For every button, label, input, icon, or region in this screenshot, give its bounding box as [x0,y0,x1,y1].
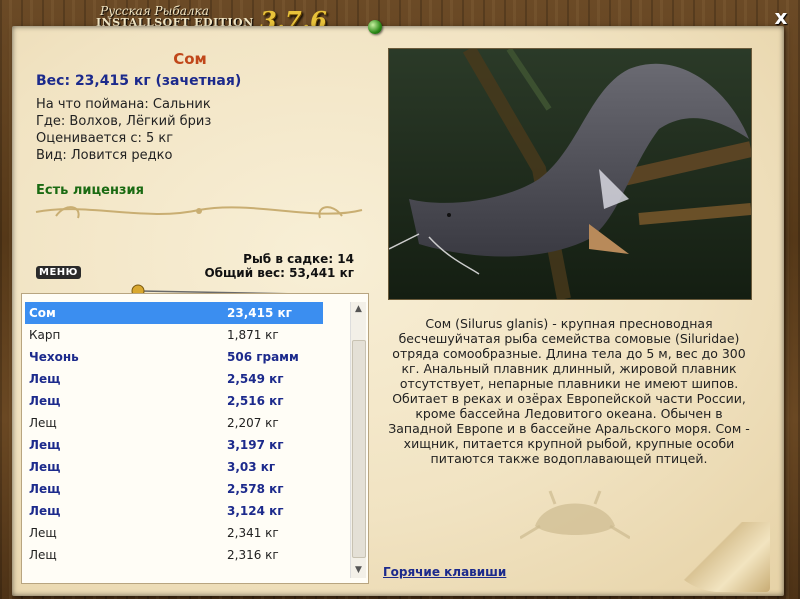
catch-list-row[interactable]: Лещ 3,197 кг [25,434,323,456]
catch-fish-weight: 23,415 кг [227,306,292,320]
catch-fish-weight: 2,316 кг [227,548,279,562]
catch-fish-name: Лещ [29,416,57,430]
keepnet-weight: Общий вес: 53,441 кг [204,266,354,280]
fish-weight: Вес: 23,415 кг (зачетная) [36,73,242,89]
scroll-up-icon[interactable]: ▲ [351,302,366,317]
catch-list-row[interactable]: Лещ 2,341 кг [25,522,323,544]
catch-fish-name: Лещ [29,372,61,386]
fish-description: Сом (Silurus glanis) - крупная пресновод… [388,316,750,466]
catch-list-row[interactable]: Лещ 2,207 кг [25,412,323,434]
fish-rated-from: Оценивается с: 5 кг [36,131,174,146]
hotkeys-link[interactable]: Горячие клавиши [383,565,506,579]
catch-fish-name: Лещ [29,504,61,518]
fish-info: На что поймана: Сальник Где: Волхов, Лёг… [36,96,211,164]
catch-list-row[interactable]: Лещ 2,549 кг [25,368,323,390]
catch-list-row[interactable]: Лещ 2,578 кг [25,478,323,500]
catch-fish-name: Лещ [29,460,61,474]
catch-fish-name: Карп [29,328,61,342]
catch-list-row[interactable]: Лещ 3,03 кг [25,456,323,478]
catch-fish-name: Чехонь [29,350,79,364]
keepnet-count: Рыб в садке: 14 [243,252,354,266]
fish-bait: На что поймана: Сальник [36,97,211,112]
catch-fish-weight: 506 грамм [227,350,299,364]
catch-fish-weight: 3,197 кг [227,438,284,452]
catch-list: Сом 23,415 кг Карп 1,871 кг Чехонь 506 грамм Л… [21,293,369,584]
catch-fish-name: Сом [29,306,56,320]
catch-fish-weight: 2,341 кг [227,526,279,540]
catch-fish-weight: 2,549 кг [227,372,284,386]
catch-fish-name: Лещ [29,482,61,496]
catch-fish-weight: 3,03 кг [227,460,276,474]
fish-location: Где: Волхов, Лёгкий бриз [36,114,212,129]
catch-fish-weight: 2,207 кг [227,416,279,430]
catch-fish-name: Лещ [29,526,57,540]
catch-fish-name: Лещ [29,438,61,452]
catfish-silhouette-icon [520,490,630,540]
scrollbar-thumb[interactable] [352,340,366,558]
menu-button[interactable]: МЕНЮ [36,266,81,279]
scroll-down-icon[interactable]: ▼ [351,563,366,578]
page-curl [660,522,770,592]
catch-list-row[interactable]: Чехонь 506 грамм [25,346,323,368]
fish-name: Сом [173,50,207,68]
catch-fish-weight: 2,578 кг [227,482,284,496]
green-pin-icon [368,20,382,34]
catch-list-scrollbar[interactable]: ▲ ▼ [350,302,366,578]
catch-list-row[interactable]: Лещ 2,316 кг [25,544,323,566]
catch-fish-weight: 2,516 кг [227,394,284,408]
catch-list-row[interactable]: Карп 1,871 кг [25,324,323,346]
catch-fish-name: Лещ [29,548,57,562]
catch-fish-name: Лещ [29,394,61,408]
catch-list-row[interactable]: Лещ 2,516 кг [25,390,323,412]
catch-list-row[interactable]: Лещ 3,124 кг [25,500,323,522]
fish-rarity: Вид: Ловится редко [36,148,173,163]
close-button[interactable]: x [770,6,792,28]
keepnet-stats: Рыб в садке: 14 Общий вес: 53,441 кг [190,252,354,280]
ornament-divider [35,206,363,219]
catch-fish-weight: 1,871 кг [227,328,279,342]
fish-photo [388,48,752,300]
catch-list-row[interactable]: Сом 23,415 кг [25,302,323,324]
catch-fish-weight: 3,124 кг [227,504,284,518]
